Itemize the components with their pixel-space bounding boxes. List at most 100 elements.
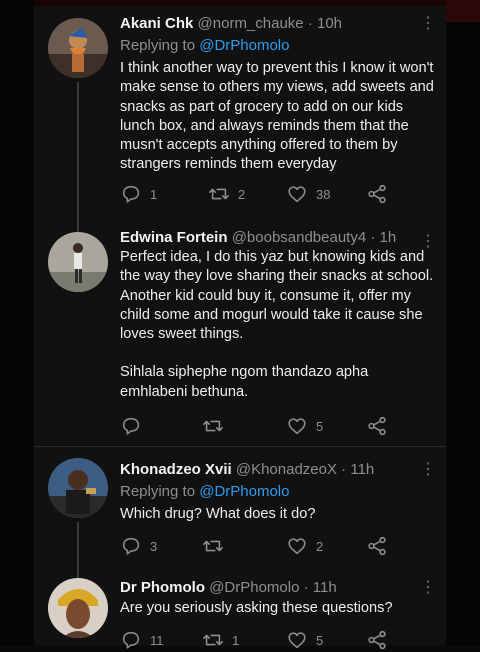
mention-link[interactable]: @DrPhomolo xyxy=(199,37,289,54)
like-count: 38 xyxy=(316,186,331,202)
replying-to-label: Replying to xyxy=(120,483,196,500)
tweet-actions: 11 1 5 xyxy=(120,628,420,652)
reply-button[interactable]: 11 xyxy=(120,628,164,652)
avatar-image xyxy=(48,458,108,518)
author-name[interactable]: Edwina Fortein xyxy=(120,229,228,246)
like-button[interactable]: 5 xyxy=(286,628,323,652)
retweet-button[interactable] xyxy=(202,414,232,438)
retweet-count: 1 xyxy=(232,632,240,648)
more-vertical-icon[interactable]: ⋮ xyxy=(418,14,438,34)
more-vertical-icon[interactable]: ⋮ xyxy=(418,232,438,252)
share-icon xyxy=(368,630,386,650)
like-button[interactable]: 38 xyxy=(286,182,330,206)
tweet[interactable]: Dr Phomolo @DrPhomolo · 11h Are you seri… xyxy=(34,568,446,650)
reply-icon xyxy=(122,537,140,555)
tweet-time[interactable]: · 11h xyxy=(341,461,374,478)
retweet-icon xyxy=(203,634,223,646)
reply-icon xyxy=(122,417,140,435)
share-button[interactable] xyxy=(366,182,388,206)
tweet-paragraph: Which drug? What does it do? xyxy=(120,506,316,522)
share-icon xyxy=(368,536,386,556)
avatar[interactable] xyxy=(48,232,108,292)
share-icon xyxy=(368,184,386,204)
author-handle[interactable]: @DrPhomolo xyxy=(209,579,299,596)
reply-button[interactable]: 3 xyxy=(120,534,157,558)
author-handle[interactable]: @boobsandbeauty4 xyxy=(232,229,367,246)
tweet-time[interactable]: · 10h xyxy=(308,15,342,32)
tweet[interactable]: Akani Chk @norm_chauke · 10h Replying to… xyxy=(34,6,446,232)
heart-icon xyxy=(288,418,306,435)
thread-line xyxy=(77,82,79,232)
right-edge-accent xyxy=(446,0,480,22)
tweet-body: Khonadzeo Xvii @KhonadzeoX · 11h Replyin… xyxy=(120,460,438,524)
tweet-text: Which drug? What does it do? xyxy=(120,505,438,524)
retweet-icon xyxy=(209,188,229,200)
avatar[interactable] xyxy=(48,578,108,638)
retweet-icon xyxy=(203,540,223,552)
tweet-body: Dr Phomolo @DrPhomolo · 11h Are you seri… xyxy=(120,578,438,618)
retweet-button[interactable]: 1 xyxy=(202,628,239,652)
tweet-paragraph: Sihlala siphephe ngom thandazo apha emhl… xyxy=(120,364,369,400)
tweet-time[interactable]: · 1h xyxy=(370,229,396,246)
tweet-body: Akani Chk @norm_chauke · 10h Replying to… xyxy=(120,14,438,175)
tweet-header: Akani Chk @norm_chauke · 10h xyxy=(120,14,438,34)
retweet-button[interactable]: 2 xyxy=(208,182,245,206)
reply-button[interactable] xyxy=(120,414,150,438)
like-count: 2 xyxy=(316,538,324,554)
heart-icon xyxy=(288,538,306,555)
like-button[interactable]: 5 xyxy=(286,414,323,438)
reply-count: 1 xyxy=(150,186,158,202)
share-button[interactable] xyxy=(366,628,388,652)
share-button[interactable] xyxy=(366,414,388,438)
tweet-paragraph: Perfect idea, I do this yaz but knowing … xyxy=(120,249,434,343)
mention-link[interactable]: @DrPhomolo xyxy=(199,483,289,500)
replying-to-label: Replying to xyxy=(120,37,196,54)
retweet-button[interactable] xyxy=(202,534,232,558)
like-count: 5 xyxy=(316,632,324,648)
tweet-time[interactable]: · 11h xyxy=(304,579,337,596)
tweet-body: Edwina Fortein @boobsandbeauty4 · 1h Per… xyxy=(120,228,438,402)
avatar-image xyxy=(48,18,108,78)
author-name[interactable]: Akani Chk xyxy=(120,15,193,32)
heart-icon xyxy=(288,632,306,649)
reply-icon xyxy=(122,185,140,203)
left-edge xyxy=(0,0,34,646)
author-name[interactable]: Dr Phomolo xyxy=(120,579,205,596)
tweet-text: I think another way to prevent this I kn… xyxy=(120,59,438,175)
more-vertical-icon[interactable]: ⋮ xyxy=(418,578,438,598)
heart-icon xyxy=(288,186,306,203)
tweet-paragraph: Are you seriously asking these questions… xyxy=(120,600,393,616)
like-button[interactable]: 2 xyxy=(286,534,323,558)
reply-button[interactable]: 1 xyxy=(120,182,157,206)
share-icon xyxy=(368,416,386,436)
tweet-actions: 3 2 xyxy=(120,534,420,558)
replying-to: Replying to @DrPhomolo xyxy=(120,482,438,502)
avatar[interactable] xyxy=(48,18,108,78)
tweet-paragraph: I think another way to prevent this I kn… xyxy=(120,60,434,173)
tweet-text: Are you seriously asking these questions… xyxy=(120,599,438,618)
reply-thread: Akani Chk @norm_chauke · 10h Replying to… xyxy=(34,6,446,650)
reply-icon xyxy=(122,631,140,649)
tweet[interactable]: Edwina Fortein @boobsandbeauty4 · 1h Per… xyxy=(34,224,446,446)
tweet-header: Dr Phomolo @DrPhomolo · 11h xyxy=(120,578,438,598)
avatar[interactable] xyxy=(48,458,108,518)
more-vertical-icon[interactable]: ⋮ xyxy=(418,460,438,480)
replying-to: Replying to @DrPhomolo xyxy=(120,36,438,56)
tweet-divider xyxy=(34,446,446,447)
tweet-header: Khonadzeo Xvii @KhonadzeoX · 11h xyxy=(120,460,438,480)
avatar-image xyxy=(48,578,108,638)
right-edge xyxy=(446,0,480,646)
author-handle[interactable]: @norm_chauke xyxy=(198,15,304,32)
tweet-actions: 1 2 38 xyxy=(120,182,420,206)
retweet-icon xyxy=(203,420,223,432)
retweet-count: 2 xyxy=(238,186,246,202)
tweet-actions: 5 xyxy=(120,414,420,438)
tweet[interactable]: Khonadzeo Xvii @KhonadzeoX · 11h Replyin… xyxy=(34,450,446,582)
avatar-image xyxy=(48,232,108,292)
share-button[interactable] xyxy=(366,534,388,558)
like-count: 5 xyxy=(316,418,324,434)
tweet-header: Edwina Fortein @boobsandbeauty4 · 1h xyxy=(120,228,438,248)
author-handle[interactable]: @KhonadzeoX xyxy=(236,461,337,478)
reply-count: 11 xyxy=(150,632,164,648)
author-name[interactable]: Khonadzeo Xvii xyxy=(120,461,232,478)
